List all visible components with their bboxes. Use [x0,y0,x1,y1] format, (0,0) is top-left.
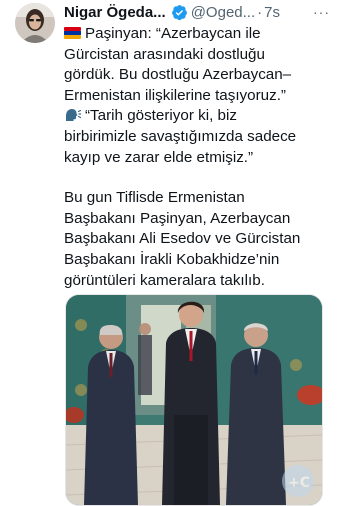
avatar[interactable] [15,3,55,43]
tweet-header: Nigar Ögeda... @Oged... · 7s ··· [64,3,330,21]
text-line: Başbakanı Paşinyan, Azerbaycan [64,209,291,227]
text-line: “Tarih gösteriyor ki, biz [64,106,334,127]
svg-text:+C: +C [288,475,310,491]
text-line: Ermenistan ilişkilerine taşıyoruz.” [64,86,286,104]
text-line: Paşinyan: “Azerbaycan ile [64,24,334,45]
text-line: gördük. Bu dostluğu Azerbaycan– [64,66,292,84]
text-line: birbirimizle savaştığımızda sadece [64,127,297,145]
separator-dot: · [257,3,263,21]
more-options-icon[interactable]: ··· [313,4,330,20]
text-line: kayıp ve zarar elde etmişiz.” [64,148,254,166]
tweet-text: Paşinyan: “Azerbaycan ile Gürcistan aras… [64,24,334,291]
author-handle[interactable]: @Oged... [191,4,255,21]
armenia-flag-icon [64,27,81,39]
tweet-photo[interactable]: +C [65,294,323,506]
text-line: Başbakanı İrakli Kobakhidze’nin [64,250,280,268]
text-line: Bu gun Tiflisde Ermenistan [64,189,245,207]
verified-badge-icon [171,4,187,20]
photo-three-men-in-suits: +C [66,295,322,505]
text-line: Başbakanı Ali Esedov ve Gürcistan [64,230,301,248]
text-line: görüntüleri kameralara takılıb. [64,271,265,289]
avatar-image [15,3,55,43]
speaking-head-icon [66,109,81,122]
author-name[interactable]: Nigar Ögeda... [64,4,166,21]
timestamp[interactable]: 7s [264,4,280,21]
text-line: Gürcistan arasındaki dostluğu [64,45,265,63]
